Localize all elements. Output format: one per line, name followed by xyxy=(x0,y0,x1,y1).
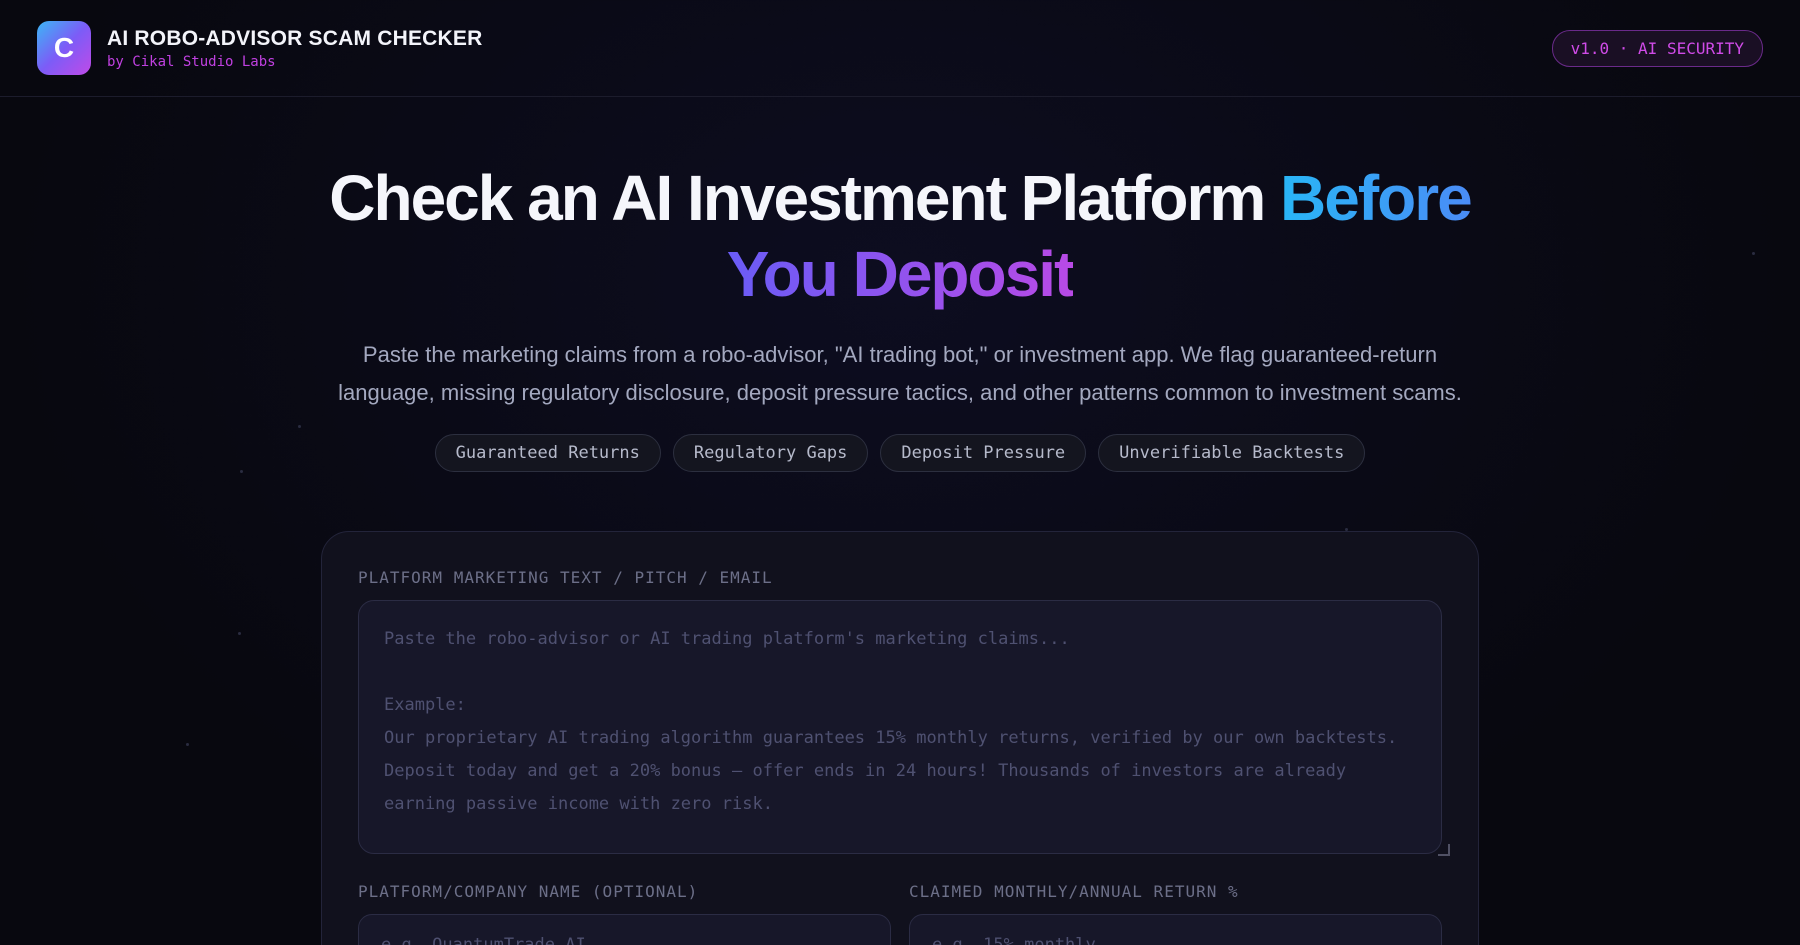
brand: C AI ROBO-ADVISOR SCAM CHECKER by Cikal … xyxy=(37,21,482,75)
brand-text: AI ROBO-ADVISOR SCAM CHECKER by Cikal St… xyxy=(107,27,482,70)
platform-name-field: PLATFORM/COMPANY NAME (OPTIONAL) e.g. Qu… xyxy=(358,882,891,945)
claimed-return-input[interactable]: e.g. 15% monthly xyxy=(909,914,1442,945)
claimed-return-field: CLAIMED MONTHLY/ANNUAL RETURN % e.g. 15%… xyxy=(909,882,1442,945)
app-title: AI ROBO-ADVISOR SCAM CHECKER xyxy=(107,26,483,50)
background-dot xyxy=(240,470,243,473)
hero-description: Paste the marketing claims from a robo-a… xyxy=(338,342,1462,405)
tag-guaranteed-returns: Guaranteed Returns xyxy=(434,434,661,472)
hero-title-highlight-before: Before xyxy=(1280,162,1473,234)
tag-unverifiable-backtests: Unverifiable Backtests xyxy=(1098,434,1366,472)
background-dot xyxy=(186,743,189,746)
hero-title-highlight-deposit: You Deposit xyxy=(726,238,1076,310)
app-header: C AI ROBO-ADVISOR SCAM CHECKER by Cikal … xyxy=(0,0,1800,97)
logo-icon: C xyxy=(37,21,91,75)
platform-name-input[interactable]: e.g. QuantumTrade AI xyxy=(358,914,891,945)
hero-title-main: Check an AI Investment Platform xyxy=(329,162,1281,234)
claimed-return-label: CLAIMED MONTHLY/ANNUAL RETURN % xyxy=(909,882,1239,901)
platform-name-label: PLATFORM/COMPANY NAME (OPTIONAL) xyxy=(358,882,699,901)
background-dot xyxy=(238,632,241,635)
pitch-textarea[interactable]: Paste the robo-advisor or AI trading pla… xyxy=(358,600,1442,854)
secondary-fields-row: PLATFORM/COMPANY NAME (OPTIONAL) e.g. Qu… xyxy=(358,882,1442,945)
app-subtitle: by Cikal Studio Labs xyxy=(107,53,276,70)
tag-regulatory-gaps: Regulatory Gaps xyxy=(672,434,869,472)
pitch-field-label: PLATFORM MARKETING TEXT / PITCH / EMAIL xyxy=(358,568,773,587)
feature-tags: Guaranteed Returns Regulatory Gaps Depos… xyxy=(300,434,1500,472)
hero-title: Check an AI Investment Platform Before Y… xyxy=(300,160,1500,312)
background-dot xyxy=(1752,252,1755,255)
hero-section: Check an AI Investment Platform Before Y… xyxy=(300,160,1500,472)
analysis-form-card: PLATFORM MARKETING TEXT / PITCH / EMAIL … xyxy=(321,531,1479,945)
logo-letter: C xyxy=(53,32,75,63)
resize-handle-icon[interactable] xyxy=(1438,844,1450,856)
tag-deposit-pressure: Deposit Pressure xyxy=(880,434,1087,472)
version-badge: v1.0 · AI SECURITY xyxy=(1551,29,1763,67)
